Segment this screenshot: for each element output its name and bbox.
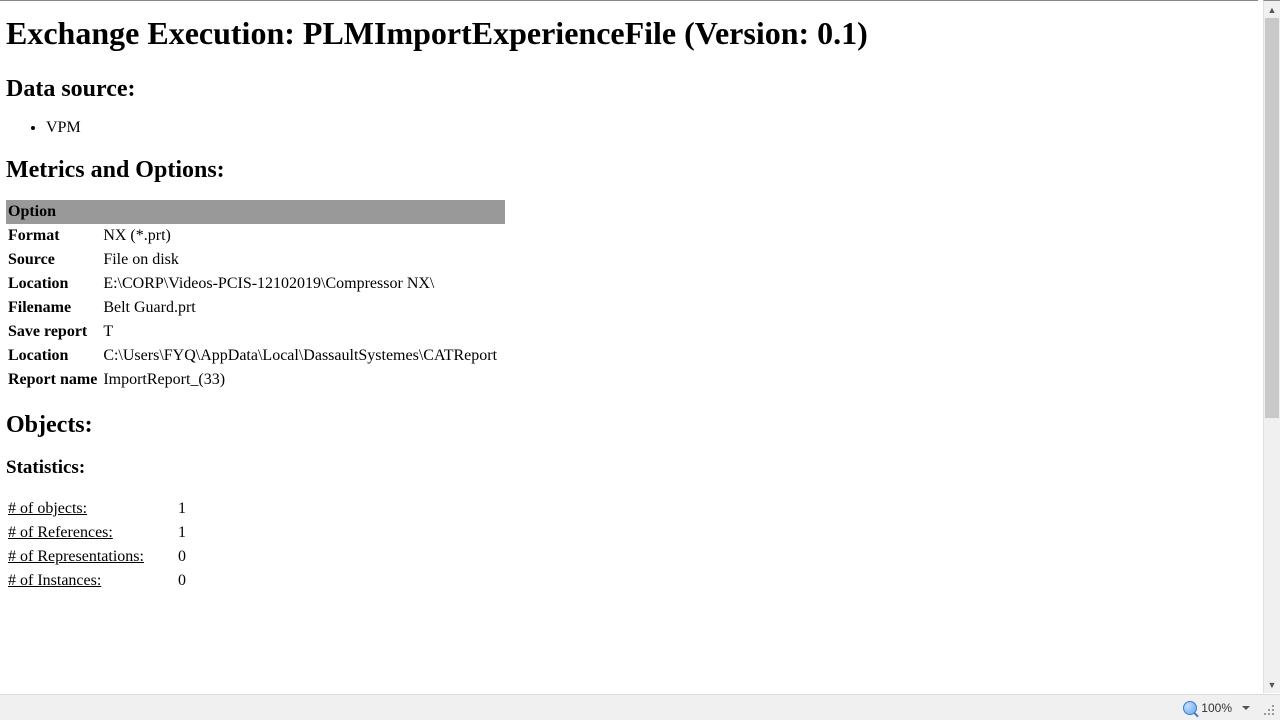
table-row: Source File on disk	[6, 248, 505, 272]
stat-value: 0	[176, 569, 194, 593]
stat-label: # of Instances:	[6, 569, 176, 593]
option-label: Source	[6, 248, 101, 272]
stat-value: 1	[176, 497, 194, 521]
document-content: Exchange Execution: PLMImportExperienceF…	[0, 15, 1258, 593]
option-value: E:\CORP\Videos-PCIS-12102019\Compressor …	[101, 272, 505, 296]
metrics-heading: Metrics and Options:	[6, 157, 1252, 184]
data-source-list: VPM	[6, 119, 1252, 137]
option-value: ImportReport_(33)	[101, 368, 505, 392]
scrollbar-thumb[interactable]	[1265, 18, 1279, 418]
table-row: Filename Belt Guard.prt	[6, 296, 505, 320]
table-row: # of References: 1	[6, 521, 194, 545]
stat-label: # of Representations:	[6, 545, 176, 569]
zoom-value: 100%	[1201, 701, 1232, 715]
option-label: Report name	[6, 368, 101, 392]
option-value: C:\Users\FYQ\AppData\Local\DassaultSyste…	[101, 344, 505, 368]
scrollbar-track[interactable]	[1264, 18, 1280, 676]
list-item: VPM	[46, 119, 1252, 137]
table-header-row: Option	[6, 200, 505, 224]
resize-grip-icon[interactable]	[1260, 701, 1274, 715]
option-label: Location	[6, 344, 101, 368]
table-row: Save report T	[6, 320, 505, 344]
page-title: Exchange Execution: PLMImportExperienceF…	[6, 15, 1252, 52]
option-value: NX (*.prt)	[101, 224, 505, 248]
option-label: Filename	[6, 296, 101, 320]
vertical-scrollbar[interactable]: ▲ ▼	[1263, 0, 1280, 693]
option-value: File on disk	[101, 248, 505, 272]
chevron-down-icon[interactable]	[1242, 706, 1250, 710]
table-row: Location E:\CORP\Videos-PCIS-12102019\Co…	[6, 272, 505, 296]
data-source-heading: Data source:	[6, 76, 1252, 103]
stat-value: 1	[176, 521, 194, 545]
option-label: Format	[6, 224, 101, 248]
option-value: Belt Guard.prt	[101, 296, 505, 320]
table-row: Location C:\Users\FYQ\AppData\Local\Dass…	[6, 344, 505, 368]
option-label: Location	[6, 272, 101, 296]
table-row: Format NX (*.prt)	[6, 224, 505, 248]
table-row: # of Instances: 0	[6, 569, 194, 593]
scroll-down-arrow-icon[interactable]: ▼	[1264, 676, 1280, 693]
status-bar: 100%	[0, 694, 1280, 720]
option-value: T	[101, 320, 505, 344]
objects-heading: Objects:	[6, 412, 1252, 439]
document-viewport: Exchange Execution: PLMImportExperienceF…	[0, 0, 1258, 695]
stat-label: # of References:	[6, 521, 176, 545]
option-column-header: Option	[6, 200, 101, 224]
magnifier-icon	[1183, 701, 1197, 715]
options-table: Option Format NX (*.prt) Source File on …	[6, 200, 505, 392]
stat-value: 0	[176, 545, 194, 569]
option-label: Save report	[6, 320, 101, 344]
option-value-column-header	[101, 200, 505, 224]
table-row: Report name ImportReport_(33)	[6, 368, 505, 392]
table-row: # of Representations: 0	[6, 545, 194, 569]
zoom-control[interactable]: 100%	[1183, 701, 1250, 715]
table-row: # of objects: 1	[6, 497, 194, 521]
scroll-up-arrow-icon[interactable]: ▲	[1264, 1, 1280, 18]
statistics-table: # of objects: 1 # of References: 1 # of …	[6, 497, 194, 593]
statistics-heading: Statistics:	[6, 457, 1252, 479]
stat-label: # of objects:	[6, 497, 176, 521]
